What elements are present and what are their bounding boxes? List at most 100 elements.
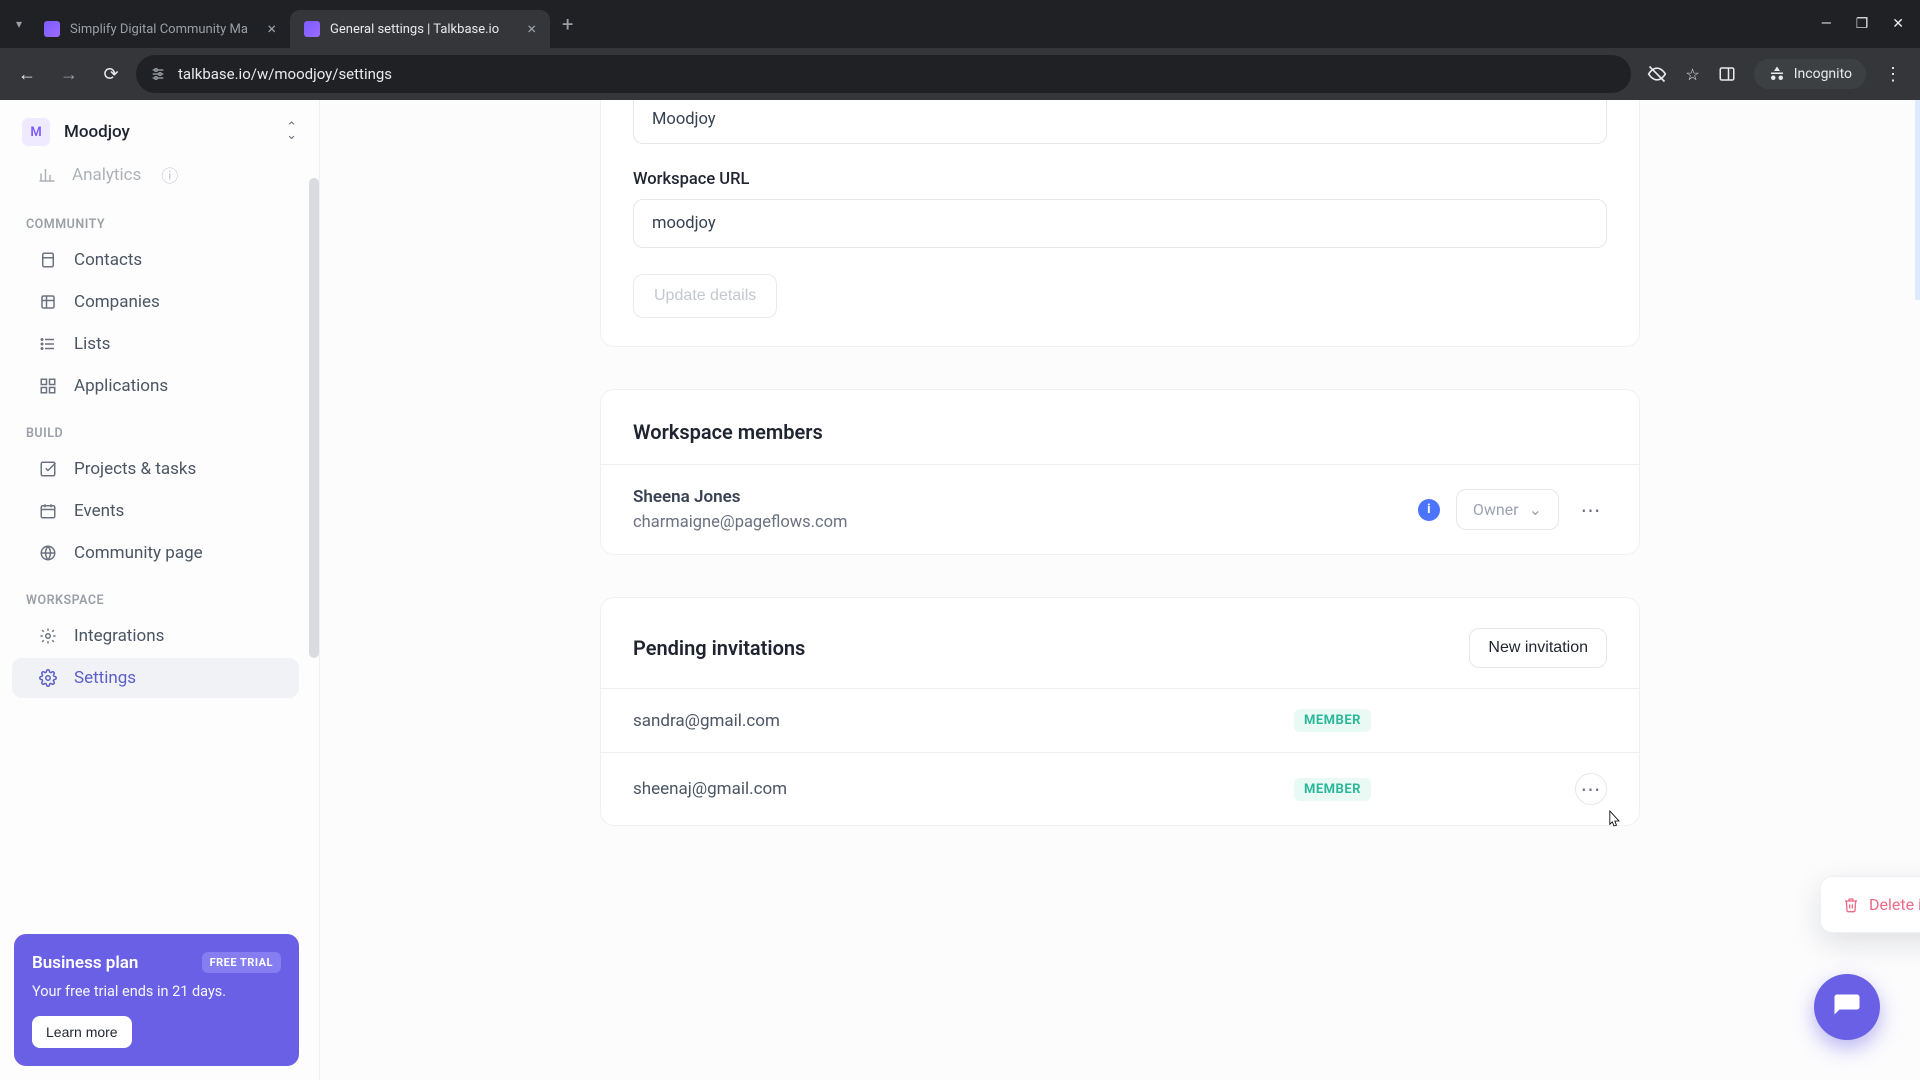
browser-tab[interactable]: Simplify Digital Community Ma × xyxy=(30,10,290,48)
globe-icon xyxy=(38,544,58,562)
projects-icon xyxy=(38,460,58,478)
sidebar-item-label: Events xyxy=(74,501,124,521)
sidebar-item-label: Companies xyxy=(74,292,160,312)
learn-more-button[interactable]: Learn more xyxy=(32,1016,132,1048)
minimize-icon[interactable]: — xyxy=(1821,16,1832,32)
tracking-off-icon[interactable] xyxy=(1647,64,1667,84)
member-actions-button[interactable]: ⋯ xyxy=(1575,494,1607,526)
sidebar-item-integrations[interactable]: Integrations xyxy=(12,616,299,656)
sidebar-item-settings[interactable]: Settings xyxy=(12,658,299,698)
sidebar: M Moodjoy ⌃⌄ Analytics ⓘ COMMUNITY Conta… xyxy=(0,100,320,1080)
panel-icon[interactable] xyxy=(1718,65,1736,83)
incognito-indicator[interactable]: Incognito xyxy=(1754,59,1866,89)
lists-icon xyxy=(38,335,58,353)
applications-icon xyxy=(38,377,58,395)
invitation-row: sheenaj@gmail.com MEMBER ⋯ xyxy=(601,753,1639,825)
info-icon[interactable]: i xyxy=(1418,499,1440,521)
sidebar-section-label: COMMUNITY xyxy=(0,199,311,238)
section-title: Workspace members xyxy=(601,390,1639,464)
workspace-details-card: Moodjoy Workspace URL moodjoy Update det… xyxy=(600,100,1640,347)
invitation-row: sandra@gmail.com MEMBER xyxy=(601,689,1639,752)
close-icon[interactable]: × xyxy=(267,21,276,37)
trash-icon xyxy=(1843,897,1859,913)
info-icon: ⓘ xyxy=(161,162,178,187)
workspace-switcher[interactable]: M Moodjoy ⌃⌄ xyxy=(0,100,319,160)
invitation-email: sheenaj@gmail.com xyxy=(633,779,1278,799)
trial-promo-card: Business plan FREE TRIAL Your free trial… xyxy=(14,934,299,1066)
invitation-email: sandra@gmail.com xyxy=(633,711,1278,731)
chat-fab[interactable] xyxy=(1814,974,1880,1040)
tab-title: General settings | Talkbase.io xyxy=(330,22,517,37)
back-button[interactable]: ← xyxy=(10,57,44,91)
chevron-up-down-icon: ⌃⌄ xyxy=(286,124,297,140)
sidebar-item-label: Analytics xyxy=(72,165,141,185)
role-select[interactable]: Owner ⌄ xyxy=(1456,489,1559,530)
promo-badge: FREE TRIAL xyxy=(202,952,281,973)
workspace-members-card: Workspace members Sheena Jones charmaign… xyxy=(600,389,1640,555)
section-title: Pending invitations xyxy=(633,636,805,660)
page-scrollbar[interactable] xyxy=(1915,100,1920,300)
maximize-icon[interactable]: ❐ xyxy=(1856,16,1869,32)
site-settings-icon[interactable] xyxy=(150,66,166,82)
role-label: Owner xyxy=(1473,500,1519,519)
browser-menu-icon[interactable]: ⋮ xyxy=(1884,64,1902,85)
sidebar-item-label: Lists xyxy=(74,334,110,354)
sidebar-section-label: BUILD xyxy=(0,408,311,447)
forward-button[interactable]: → xyxy=(52,57,86,91)
sidebar-item-label: Settings xyxy=(74,668,136,688)
gear-icon xyxy=(38,669,58,687)
sidebar-item-contacts[interactable]: Contacts xyxy=(12,240,299,280)
sidebar-item-companies[interactable]: Companies xyxy=(12,282,299,322)
sidebar-item-applications[interactable]: Applications xyxy=(12,366,299,406)
companies-icon xyxy=(38,293,58,311)
browser-toolbar: ← → ⟳ talkbase.io/w/moodjoy/settings ☆ I… xyxy=(0,48,1920,100)
sidebar-item-lists[interactable]: Lists xyxy=(12,324,299,364)
delete-invitation-button[interactable]: Delete invitation xyxy=(1829,885,1920,924)
role-badge: MEMBER xyxy=(1294,778,1371,801)
chevron-down-icon: ⌄ xyxy=(1529,500,1542,519)
workspace-url-input[interactable]: moodjoy xyxy=(633,199,1607,248)
address-bar[interactable]: talkbase.io/w/moodjoy/settings xyxy=(136,55,1631,93)
events-icon xyxy=(38,502,58,520)
workspace-name-input[interactable]: Moodjoy xyxy=(633,100,1607,144)
sidebar-section-label: WORKSPACE xyxy=(0,575,311,614)
browser-tab[interactable]: General settings | Talkbase.io × xyxy=(290,10,550,48)
incognito-label: Incognito xyxy=(1794,66,1852,82)
invitation-actions-button[interactable]: ⋯ xyxy=(1575,773,1607,805)
analytics-icon xyxy=(38,166,56,184)
contacts-icon xyxy=(38,251,58,269)
delete-invitation-label: Delete invitation xyxy=(1869,895,1920,914)
promo-subtitle: Your free trial ends in 21 days. xyxy=(32,983,281,1000)
url-text: talkbase.io/w/moodjoy/settings xyxy=(178,65,1617,83)
close-icon[interactable]: × xyxy=(527,21,536,37)
sidebar-scrollbar[interactable] xyxy=(309,178,319,658)
bookmark-icon[interactable]: ☆ xyxy=(1685,65,1699,84)
pending-invitations-card: Pending invitations New invitation sandr… xyxy=(600,597,1640,826)
invitation-actions-popover: Delete invitation xyxy=(1820,876,1920,933)
role-badge: MEMBER xyxy=(1294,709,1371,732)
workspace-name: Moodjoy xyxy=(64,122,272,142)
browser-tab-strip: ▾ Simplify Digital Community Ma × Genera… xyxy=(0,0,1920,48)
tab-title: Simplify Digital Community Ma xyxy=(70,22,257,37)
integrations-icon xyxy=(38,627,58,645)
workspace-avatar: M xyxy=(22,118,50,146)
main-content: Moodjoy Workspace URL moodjoy Update det… xyxy=(320,100,1920,1080)
new-invitation-button[interactable]: New invitation xyxy=(1469,628,1607,668)
sidebar-item-community-page[interactable]: Community page xyxy=(12,533,299,573)
sidebar-item-projects[interactable]: Projects & tasks xyxy=(12,449,299,489)
member-name: Sheena Jones xyxy=(633,487,1402,507)
member-email: charmaigne@pageflows.com xyxy=(633,513,1402,532)
sidebar-item-events[interactable]: Events xyxy=(12,491,299,531)
sidebar-item-analytics[interactable]: Analytics ⓘ xyxy=(12,162,299,197)
close-window-icon[interactable]: ✕ xyxy=(1892,16,1904,32)
tab-favicon xyxy=(44,21,60,37)
sidebar-item-label: Applications xyxy=(74,376,168,396)
tab-search-dropdown[interactable]: ▾ xyxy=(8,17,30,31)
new-tab-button[interactable]: + xyxy=(550,12,585,36)
update-details-button[interactable]: Update details xyxy=(633,274,777,318)
field-label: Workspace URL xyxy=(601,170,1639,199)
member-row: Sheena Jones charmaigne@pageflows.com i … xyxy=(601,465,1639,554)
sidebar-item-label: Contacts xyxy=(74,250,142,270)
sidebar-item-label: Community page xyxy=(74,543,203,563)
reload-button[interactable]: ⟳ xyxy=(94,57,128,91)
